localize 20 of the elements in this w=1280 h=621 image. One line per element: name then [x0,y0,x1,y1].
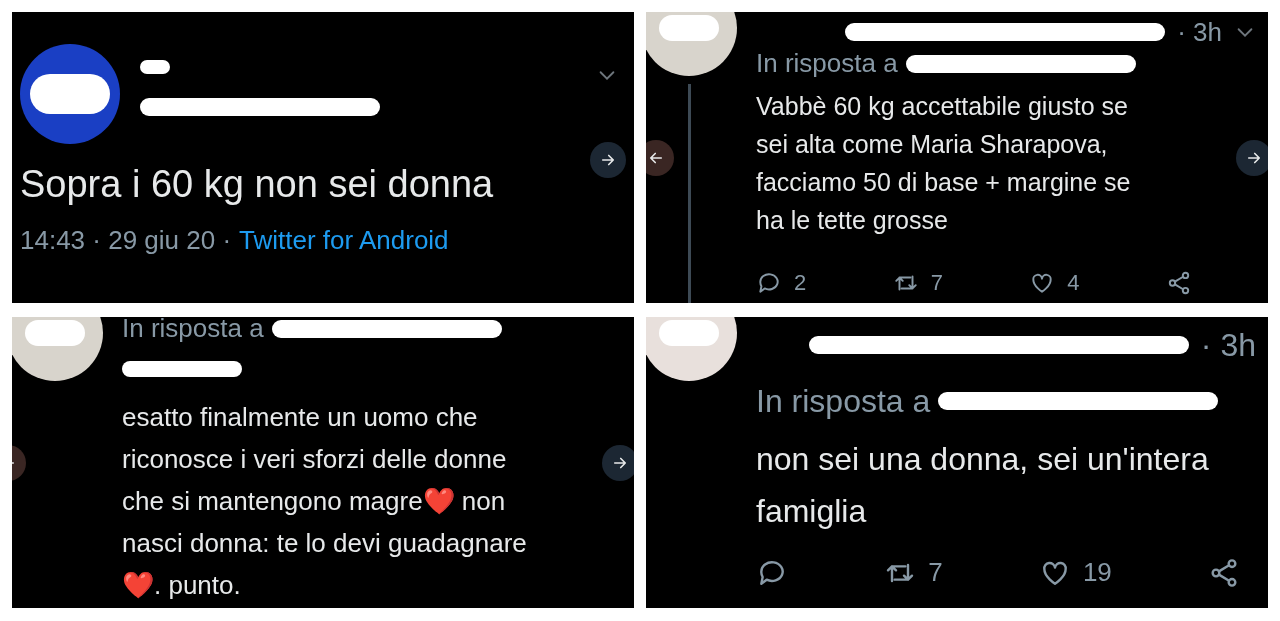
redaction-mark [25,320,85,346]
action-count: 7 [930,269,943,297]
tweet-time: · 3h [1177,15,1222,49]
tweet-time: · 3h [1200,326,1256,365]
tweet-timestamp: 14:43 · 29 giu 20 · [20,224,232,257]
redaction-mark [659,320,719,346]
tweet-text: non sei una donna, sei un'intera famiglia [756,440,1209,531]
reply-context: In risposta a [122,317,264,345]
action-count: 4 [1067,269,1080,297]
action-count: 7 [928,556,943,589]
tweet-text: Vabbè 60 kg accettabile giusto se sei alta come Maria Sharapova, facciamo 50 di base + margine se ha le tette grosse [756,91,1131,236]
tweet-text: Sopra i 60 kg non sei donna [20,162,494,207]
source-link[interactable]: Twitter for Android [239,221,449,260]
reply-context: In risposta a [756,47,898,80]
reply-context: In risposta a [756,382,931,421]
action-count: 2 [794,269,807,297]
redaction-mark [659,15,719,41]
action-count: 19 [1082,556,1112,589]
redaction-mark [140,60,170,74]
tweet-text: esatto finalmente un uomo che riconosce i veri sforzi delle donne che si mantengono magre❤ non nasci donna: te lo devi guadagnare ❤. punto. [122,401,527,602]
